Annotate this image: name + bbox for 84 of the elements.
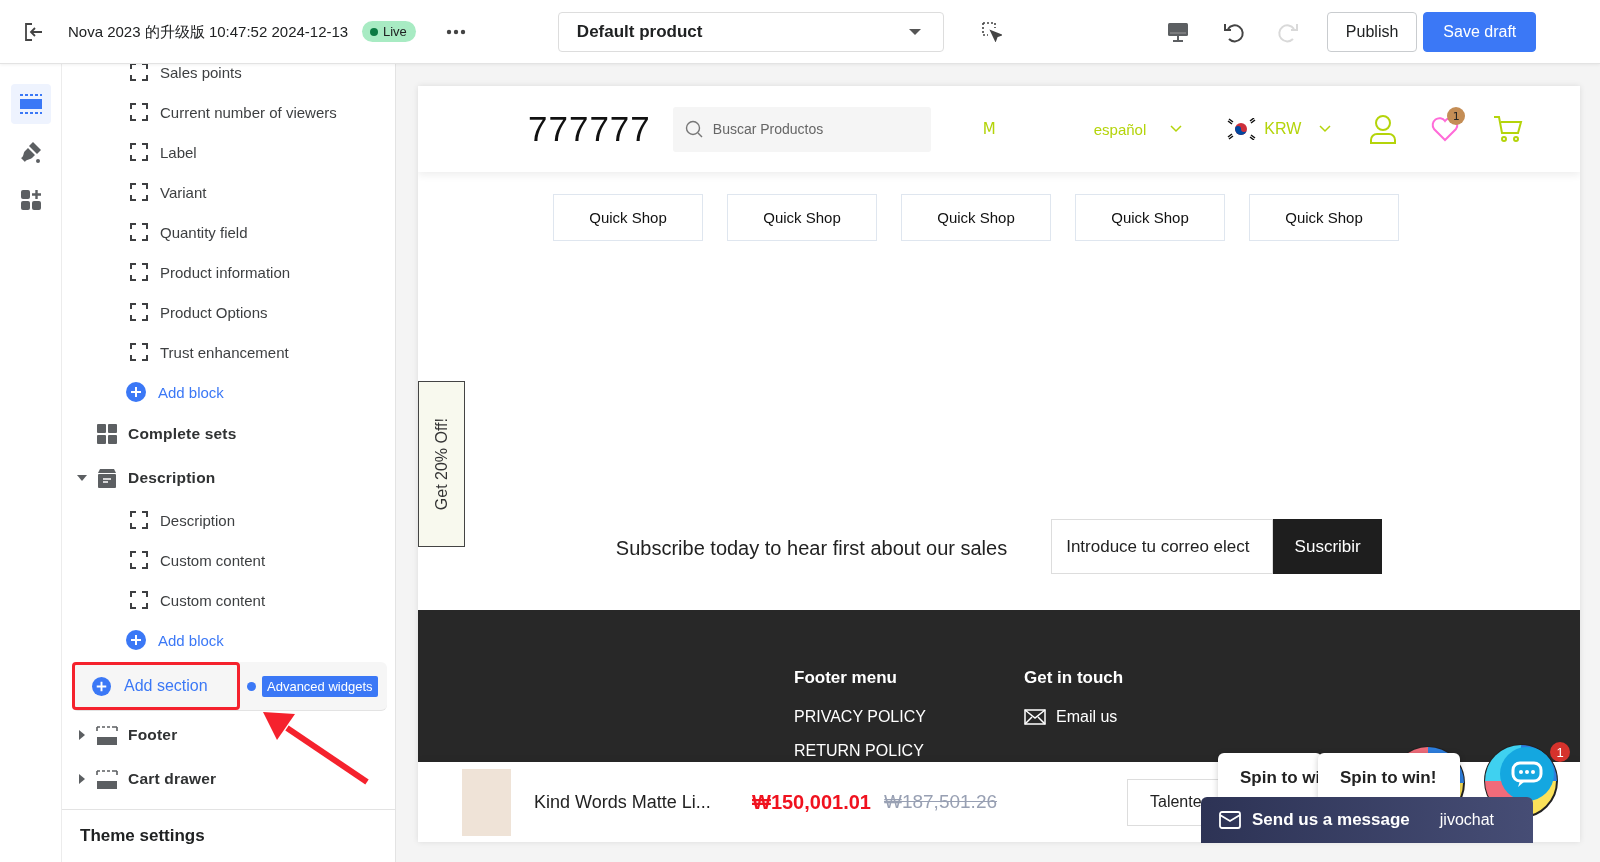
quick-shop-button[interactable]: Quick Shop — [901, 194, 1051, 241]
section-label[interactable]: Complete sets — [128, 425, 237, 443]
sale-price: ₩150,001.01 — [752, 790, 871, 814]
save-draft-button[interactable]: Save draft — [1423, 11, 1537, 52]
chat-bar[interactable]: Send us a message jivochat — [1201, 797, 1533, 843]
block-icon — [130, 511, 148, 529]
add-block-link[interactable]: Add block — [158, 631, 224, 649]
chevron-down-icon — [1170, 125, 1183, 133]
sections-icon[interactable] — [10, 84, 51, 124]
mail-icon — [1219, 811, 1241, 829]
block-icon — [130, 343, 148, 361]
search-field[interactable]: Buscar Productos — [672, 106, 931, 152]
block-label[interactable]: Variant — [160, 183, 207, 201]
section-label[interactable]: Description — [128, 469, 216, 487]
block-label[interactable]: Sales points — [160, 63, 242, 81]
grid-icon — [96, 423, 118, 445]
section-label[interactable]: Cart drawer — [128, 770, 217, 788]
exit-icon[interactable] — [24, 21, 44, 42]
quick-shop-button[interactable]: Quick Shop — [727, 194, 877, 241]
block-icon — [130, 223, 148, 241]
store-logo[interactable]: 777777 — [528, 109, 651, 149]
block-label[interactable]: Custom content — [160, 551, 266, 569]
block-icon — [130, 63, 148, 81]
footer-link[interactable]: RETURN POLICY — [794, 742, 1024, 760]
flag-icon — [1226, 118, 1257, 140]
chat-brand: jivochat — [1439, 811, 1495, 829]
compare-price: ₩187,501.26 — [884, 791, 997, 813]
block-label[interactable]: Product information — [160, 263, 291, 281]
block-icon — [130, 303, 148, 321]
footer-link[interactable]: PRIVACY POLICY — [794, 708, 1024, 726]
chevron-down-icon — [1319, 125, 1332, 133]
search-input[interactable]: Buscar Productos — [710, 120, 915, 138]
caret-icon[interactable] — [77, 730, 87, 740]
block-label[interactable]: Label — [160, 143, 197, 161]
block-icon — [130, 591, 148, 609]
quick-shop-button[interactable]: Quick Shop — [553, 194, 703, 241]
template-select[interactable]: Default product — [557, 11, 944, 52]
footer-heading: Footer menu — [794, 668, 898, 688]
theme-title: Nova 2023 的升级版 10:47:52 2024-12-13 — [68, 21, 350, 42]
wishlist-count: 1 — [1447, 107, 1466, 125]
block-label[interactable]: Quantity field — [160, 223, 248, 241]
block-icon — [130, 263, 148, 281]
footer-heading: Get in touch — [1024, 668, 1125, 688]
status-badge: Live — [362, 21, 416, 42]
quick-shop-button[interactable]: Quick Shop — [1075, 194, 1225, 241]
publish-button[interactable]: Publish — [1326, 11, 1418, 52]
box-icon — [96, 467, 118, 489]
advanced-widgets-tag[interactable]: Advanced widgets — [262, 675, 378, 697]
subscribe-button[interactable]: Suscribir — [1273, 519, 1383, 574]
product-name: Kind Words Matte Li... — [534, 791, 712, 813]
select-element-icon[interactable] — [981, 21, 1002, 42]
block-icon — [130, 103, 148, 121]
footer-section-icon — [96, 768, 118, 790]
discount-tab[interactable]: Get 20% Off! — [418, 381, 465, 547]
theme-settings-heading[interactable]: Theme settings — [62, 809, 395, 862]
block-label[interactable]: Product Options — [160, 303, 268, 321]
footer-link[interactable]: Email us — [1024, 708, 1254, 726]
plus-icon — [92, 676, 111, 696]
quick-shop-button[interactable]: Quick Shop — [1249, 194, 1399, 241]
more-icon[interactable] — [445, 28, 466, 35]
section-label[interactable]: Footer — [128, 726, 178, 744]
block-label[interactable]: Trust enhancement — [160, 343, 289, 361]
photo-placeholder — [462, 768, 511, 836]
caret-icon[interactable] — [77, 473, 87, 483]
desktop-icon[interactable] — [1166, 20, 1189, 43]
block-label[interactable]: Current number of viewers — [160, 103, 337, 121]
plus-icon — [126, 382, 146, 402]
search-icon — [684, 120, 703, 138]
mail-icon — [1024, 709, 1046, 725]
plus-icon — [126, 630, 146, 650]
block-icon — [130, 143, 148, 161]
block-label[interactable]: Description — [160, 511, 236, 529]
email-field[interactable]: Introduce tu correo elect — [1051, 519, 1274, 574]
block-label[interactable]: Custom content — [160, 591, 266, 609]
footer-section-icon — [96, 724, 118, 746]
add-block-link[interactable]: Add block — [158, 383, 224, 401]
subscribe-text: Subscribe today to hear first about our sales — [615, 537, 1008, 560]
add-section-button[interactable]: Add section — [72, 662, 240, 710]
send-message-link[interactable]: Send us a message — [1219, 810, 1410, 830]
block-icon — [130, 551, 148, 569]
caret-icon — [908, 28, 921, 35]
indicator-dot — [247, 681, 256, 691]
block-icon — [130, 183, 148, 201]
caret-icon[interactable] — [77, 774, 87, 784]
